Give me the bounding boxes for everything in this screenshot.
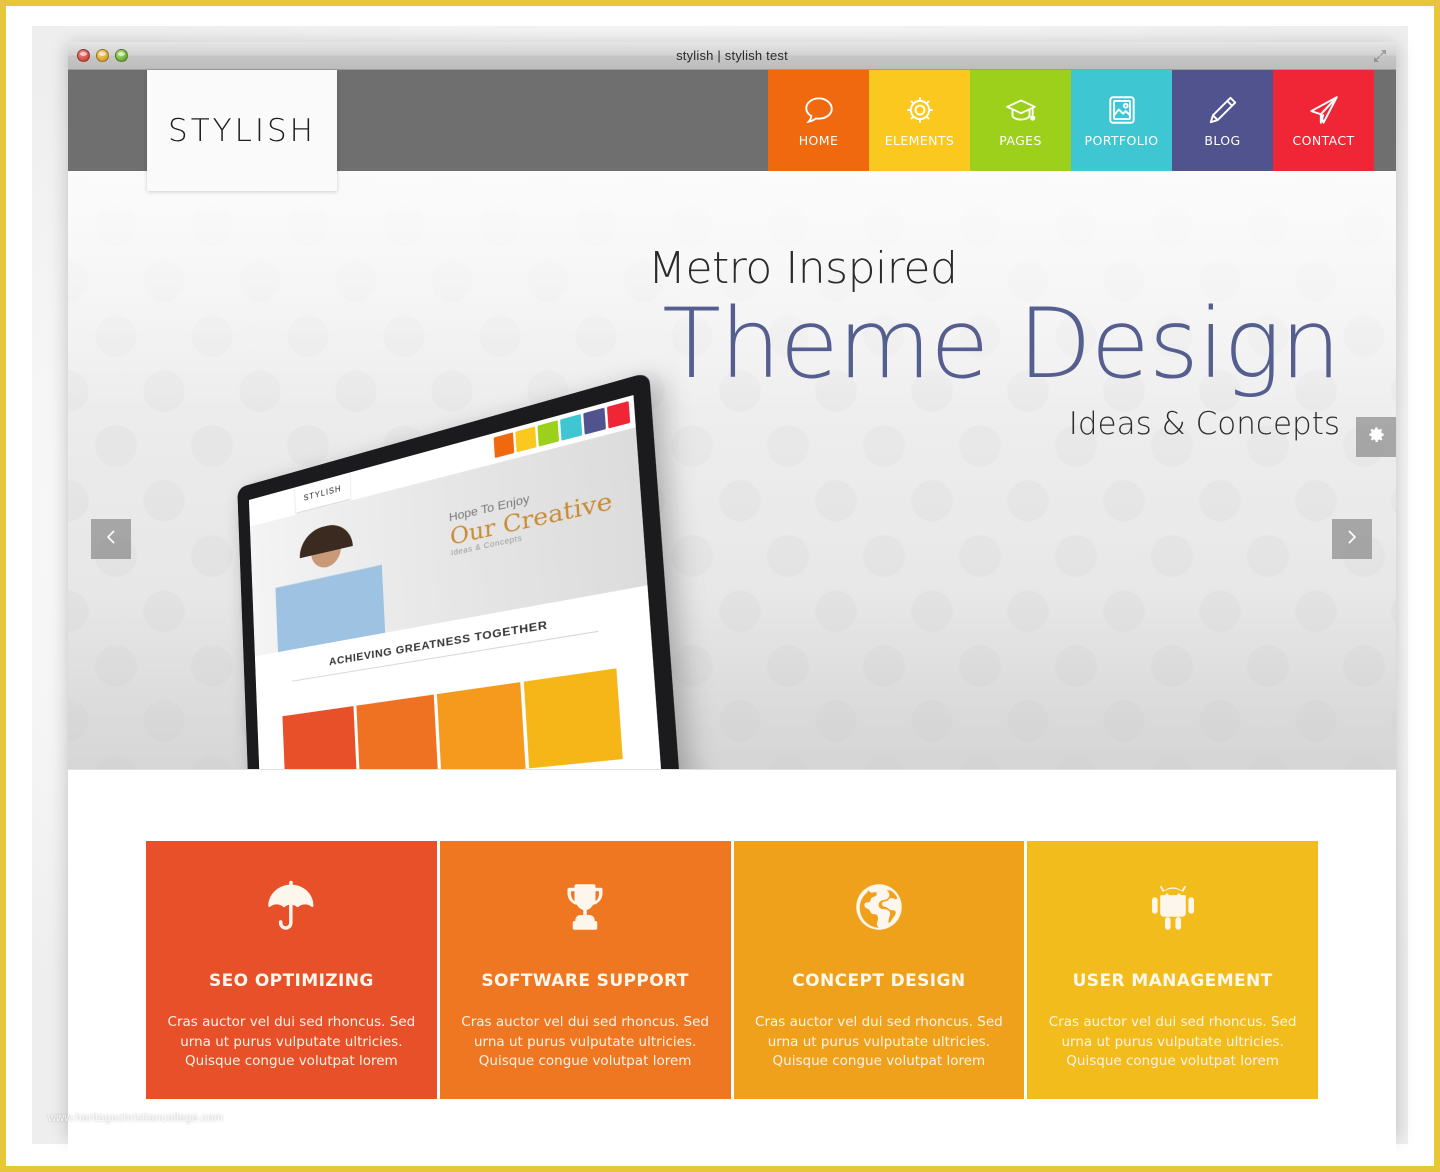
laptop-hero-caption: Hope To Enjoy Our Creative Ideas & Conce…	[449, 470, 630, 558]
speech-bubble-icon	[802, 93, 836, 127]
laptop-mockup-image: STYLISH Hope To Enjoy Our Creative Ideas…	[208, 371, 958, 769]
nav-item-portfolio[interactable]: PORTFOLIO	[1071, 70, 1172, 171]
resize-icon[interactable]	[1372, 48, 1388, 64]
site-header: STYLISH HOME ELEMENTS PAGES PORTFOLIO BL…	[68, 70, 1396, 191]
minimize-button[interactable]	[96, 49, 109, 62]
feature-title: SOFTWARE SUPPORT	[481, 971, 689, 991]
nav-item-blog[interactable]: BLOG	[1172, 70, 1273, 171]
features-section: SEO OPTIMIZING Cras auctor vel dui sed r…	[68, 770, 1396, 1164]
nav-label: BLOG	[1204, 133, 1241, 148]
page-background: stylish | stylish test STYLISH HOME ELEM…	[12, 12, 1428, 1164]
slider-next-button[interactable]	[1332, 519, 1372, 559]
window-controls	[77, 42, 128, 69]
gear-icon	[1367, 425, 1386, 449]
nav-item-pages[interactable]: PAGES	[970, 70, 1071, 171]
chevron-right-icon	[1343, 528, 1361, 551]
page-border: stylish | stylish test STYLISH HOME ELEM…	[0, 0, 1440, 1172]
nav-item-home[interactable]: HOME	[768, 70, 869, 171]
feature-card-seo-optimizing[interactable]: SEO OPTIMIZING Cras auctor vel dui sed r…	[146, 841, 437, 1099]
graduation-cap-icon	[1004, 93, 1038, 127]
android-robot-icon	[1043, 877, 1302, 937]
chevron-left-icon	[102, 528, 120, 551]
window-titlebar: stylish | stylish test	[68, 42, 1396, 70]
zoom-button[interactable]	[115, 49, 128, 62]
hero-text-block: Metro Inspired Theme Design Ideas & Conc…	[640, 243, 1341, 442]
feature-card-concept-design[interactable]: CONCEPT DESIGN Cras auctor vel dui sed r…	[733, 841, 1025, 1099]
features-row: SEO OPTIMIZING Cras auctor vel dui sed r…	[146, 841, 1318, 1099]
main-navigation: HOME ELEMENTS PAGES PORTFOLIO BLOG CONTA…	[768, 70, 1374, 171]
nav-item-contact[interactable]: CONTACT	[1273, 70, 1374, 171]
slider-prev-button[interactable]	[91, 519, 131, 559]
trophy-icon	[456, 877, 715, 937]
hero-title: Theme Design	[662, 288, 1341, 400]
feature-card-software-support[interactable]: SOFTWARE SUPPORT Cras auctor vel dui sed…	[439, 841, 731, 1099]
nav-label: PORTFOLIO	[1084, 133, 1159, 148]
site-logo-text: STYLISH	[168, 112, 316, 149]
feature-description: Cras auctor vel dui sed rhoncus. Sed urn…	[461, 1014, 709, 1070]
feature-title: SEO OPTIMIZING	[209, 971, 374, 991]
pencil-icon	[1206, 93, 1240, 127]
hero-subtitle: Metro Inspired	[648, 243, 958, 294]
nav-label: HOME	[798, 133, 839, 148]
feature-description: Cras auctor vel dui sed rhoncus. Sed urn…	[755, 1014, 1003, 1070]
hero-tagline: Ideas & Concepts	[1068, 405, 1340, 442]
theme-settings-button[interactable]	[1356, 417, 1396, 457]
browser-window: stylish | stylish test STYLISH HOME ELEM…	[68, 42, 1396, 1164]
close-button[interactable]	[77, 49, 90, 62]
hero-slider: STYLISH Hope To Enjoy Our Creative Ideas…	[68, 171, 1396, 770]
paper-plane-icon	[1307, 93, 1341, 127]
feature-card-user-management[interactable]: USER MANAGEMENT Cras auctor vel dui sed …	[1027, 841, 1318, 1099]
nav-label: PAGES	[999, 133, 1042, 148]
feature-description: Cras auctor vel dui sed rhoncus. Sed urn…	[1048, 1014, 1297, 1070]
umbrella-icon	[162, 877, 421, 937]
window-title: stylish | stylish test	[676, 48, 788, 63]
feature-title: CONCEPT DESIGN	[792, 971, 966, 991]
nav-label: ELEMENTS	[884, 133, 955, 148]
nav-label: CONTACT	[1292, 133, 1355, 148]
image-frame-icon	[1105, 93, 1139, 127]
nav-item-elements[interactable]: ELEMENTS	[869, 70, 970, 171]
feature-description: Cras auctor vel dui sed rhoncus. Sed urn…	[167, 1014, 416, 1070]
laptop-hero-person	[273, 510, 386, 653]
feature-title: USER MANAGEMENT	[1072, 971, 1273, 991]
site-logo[interactable]: STYLISH	[147, 70, 337, 191]
gear-icon	[903, 93, 937, 127]
globe-icon	[750, 877, 1009, 937]
